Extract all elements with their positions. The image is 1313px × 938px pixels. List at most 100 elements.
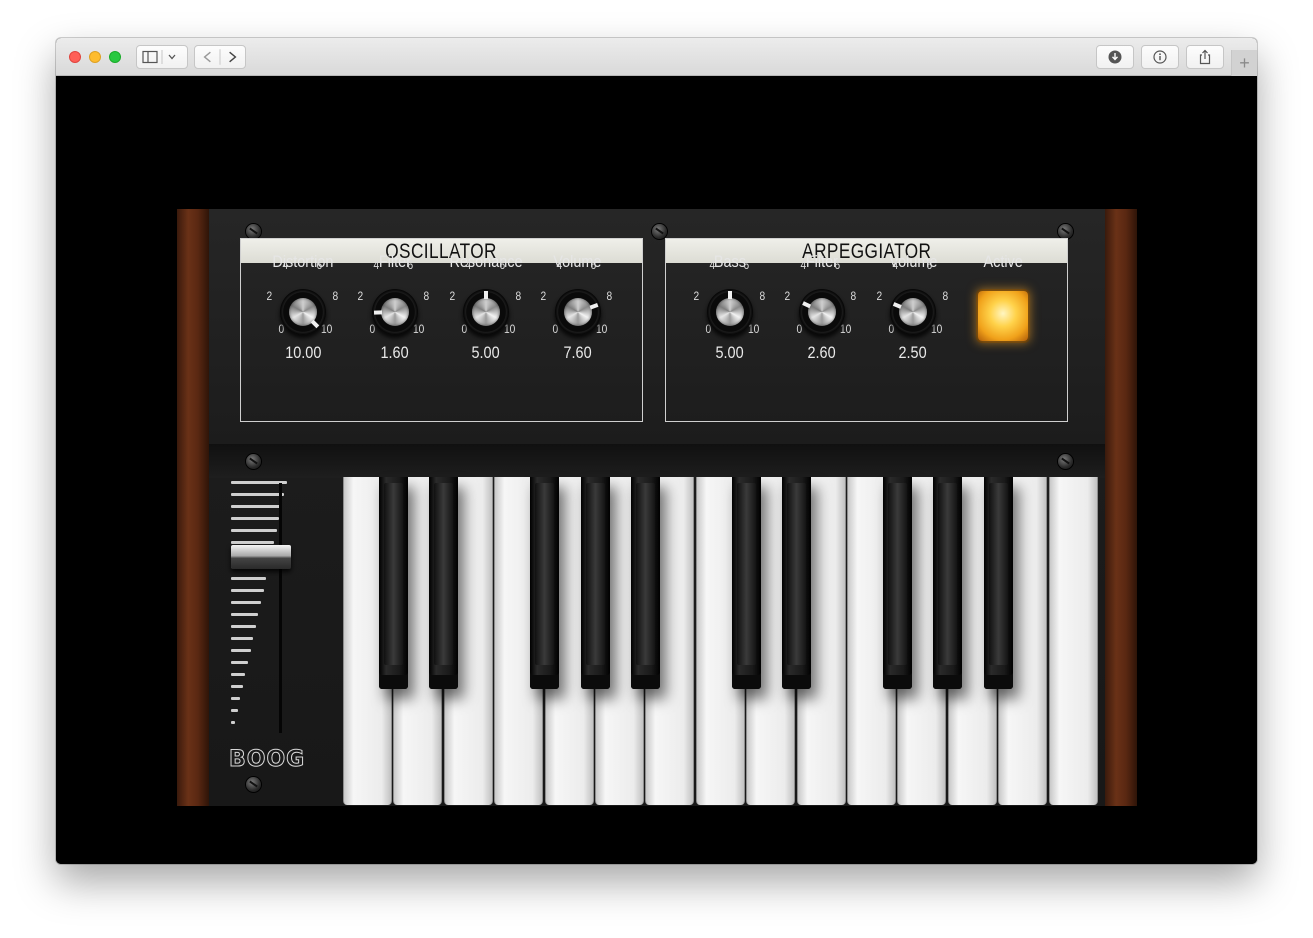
pitch-slider[interactable] (231, 481, 301, 741)
black-key[interactable] (378, 477, 408, 689)
knob-dial[interactable] (890, 289, 936, 335)
slider-scale-bar (231, 637, 254, 640)
black-key[interactable] (530, 477, 560, 689)
knob-value: 1.60 (380, 343, 409, 362)
scale-tick: 4 (556, 258, 563, 272)
share-button[interactable] (1186, 45, 1224, 69)
download-button[interactable] (1096, 45, 1134, 69)
nav-arrows (203, 49, 237, 65)
knob-label: Filter (378, 252, 411, 271)
slider-scale-bar (231, 697, 241, 700)
knob-cap (899, 298, 927, 326)
right-wood-panel (1105, 209, 1137, 806)
arpeggiator-panel: ARPEGGIATOR Bass 0 2 4 6 8 10 5.00 Filter 0 2 4 6 8 10… (665, 238, 1068, 422)
slider-scale-bar (231, 541, 274, 544)
knob-label: Distortion (272, 252, 334, 271)
knob-dial[interactable] (707, 289, 753, 335)
knob-cap (563, 298, 592, 326)
chevron-right-icon (229, 51, 237, 63)
scale-tick: 6 (743, 258, 749, 272)
share-icon (1199, 49, 1211, 65)
slider-scale-bar (231, 613, 259, 616)
knob-bass: Bass 0 2 4 6 8 10 5.00 (690, 239, 770, 369)
scale-tick: 2 (357, 289, 364, 303)
scale-tick: 8 (759, 289, 765, 303)
synth-body: OSCILLATOR Distortion 0 2 4 6 8 10 10.00 Filter 0… (209, 209, 1105, 806)
screw (652, 224, 667, 239)
scale-tick: 2 (449, 289, 455, 303)
scale-tick: 2 (784, 289, 791, 303)
synthesizer: OSCILLATOR Distortion 0 2 4 6 8 10 10.00 Filter 0… (177, 209, 1137, 806)
screw (1058, 224, 1073, 239)
scale-tick: 8 (942, 289, 948, 303)
scale-tick: 8 (515, 289, 521, 303)
left-wood-panel (177, 209, 209, 806)
black-key[interactable] (731, 477, 761, 689)
keyboard (343, 477, 1099, 807)
slider-scale-bar (231, 577, 267, 580)
knob-label: Resonance (449, 252, 523, 271)
active-toggle-button[interactable] (978, 291, 1028, 341)
black-key[interactable] (630, 477, 660, 689)
knob-cap (472, 298, 500, 326)
knob-dial[interactable] (554, 289, 601, 335)
knob-dial[interactable] (371, 289, 418, 335)
scale-tick: 6 (499, 258, 505, 272)
close-button[interactable] (69, 51, 81, 63)
knob-value: 5.00 (715, 343, 745, 362)
slider-scale-bar (231, 685, 243, 688)
scale-tick: 4 (709, 258, 715, 272)
knob-filter: Filter 0 2 4 6 8 10 1.60 (355, 239, 435, 369)
scale-tick: 6 (316, 258, 322, 272)
scale-tick: 4 (373, 258, 380, 272)
zoom-button[interactable] (109, 51, 121, 63)
slider-scale-bar (231, 709, 238, 712)
white-key[interactable] (1048, 477, 1098, 805)
scale-tick: 6 (407, 258, 414, 272)
slider-scale-bar (231, 721, 235, 724)
slider-scale-bar (231, 505, 282, 508)
scale-tick: 6 (590, 258, 597, 272)
info-button[interactable] (1141, 45, 1179, 69)
scale-tick: 8 (606, 289, 613, 303)
oscillator-panel: OSCILLATOR Distortion 0 2 4 6 8 10 10.00 Filter 0… (240, 238, 643, 422)
new-tab-button[interactable]: + (1231, 50, 1257, 76)
slider-scale-bar (231, 625, 256, 628)
black-key[interactable] (933, 477, 963, 689)
slider-thumb[interactable] (231, 544, 291, 569)
knob-dial[interactable] (798, 289, 845, 335)
black-key[interactable] (782, 477, 812, 689)
screw (246, 454, 261, 469)
scale-tick: 6 (834, 258, 841, 272)
knob-dial[interactable] (463, 289, 509, 335)
knob-value: 2.50 (898, 343, 928, 362)
knob-value: 2.60 (807, 343, 836, 362)
minimize-button[interactable] (89, 51, 101, 63)
knob-cap (380, 298, 409, 326)
scale-tick: 2 (876, 289, 882, 303)
download-icon (1108, 50, 1122, 64)
active-control: Active (968, 239, 1038, 341)
slider-scale-bar (231, 661, 248, 664)
black-key[interactable] (983, 477, 1013, 689)
slider-scale-bar (231, 493, 285, 496)
slider-track (279, 483, 282, 733)
slider-scale-bar (231, 517, 280, 520)
black-key[interactable] (882, 477, 912, 689)
black-key[interactable] (580, 477, 610, 689)
page-content: OSCILLATOR Distortion 0 2 4 6 8 10 10.00 Filter 0… (56, 76, 1257, 864)
slider-scale-bar (231, 589, 264, 592)
slider-scale-bar (231, 673, 246, 676)
browser-window: + OSCILLATOR Distortion 0 2 4 6 8 10 10.00 Filte… (56, 38, 1257, 864)
slider-scale-bar (231, 601, 261, 604)
knob-label: Bass (713, 252, 747, 271)
black-key[interactable] (429, 477, 459, 689)
scale-tick: 4 (892, 258, 898, 272)
knob-value: 7.60 (563, 343, 592, 362)
sidebar-icon (142, 50, 176, 64)
sidebar-toggle-button[interactable] (136, 45, 188, 69)
knob-label: Volume (888, 252, 938, 271)
knob-dial[interactable] (280, 289, 326, 335)
boog-logo: BOOG (228, 747, 306, 773)
screw (1058, 454, 1073, 469)
